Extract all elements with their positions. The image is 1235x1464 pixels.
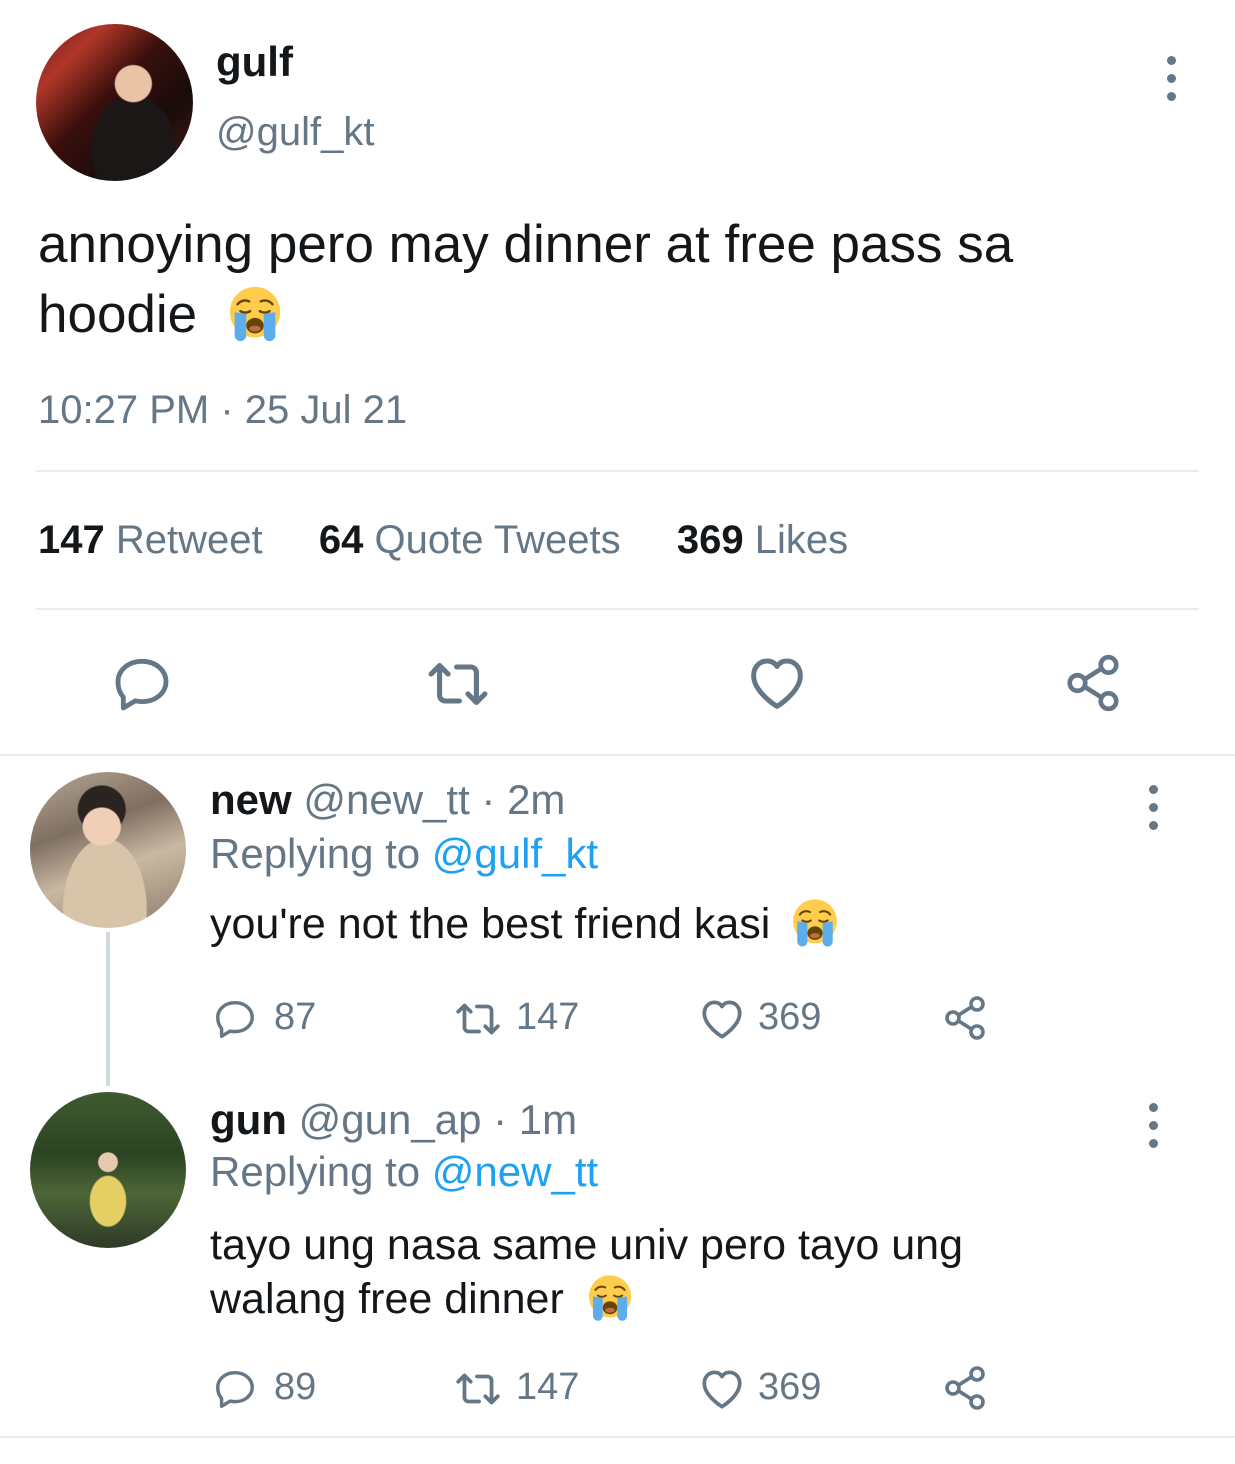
- heart-icon[interactable]: [744, 650, 810, 716]
- loudly-crying-face-emoji-icon: [788, 896, 842, 950]
- reply-header: new @new_tt · 2m: [210, 776, 565, 824]
- retweet-icon[interactable]: [424, 650, 492, 718]
- replying-to-link[interactable]: @gulf_kt: [432, 830, 598, 877]
- quotes-stat[interactable]: 64 Quote Tweets: [319, 518, 621, 562]
- tweet-timestamp[interactable]: 10:27 PM · 25 Jul 21: [38, 388, 407, 433]
- tweet-menu-icon[interactable]: [1164, 56, 1178, 101]
- replying-to-link[interactable]: @new_tt: [432, 1148, 598, 1195]
- thread-line: [106, 932, 110, 1086]
- tweet-stats: 147 Retweet 64 Quote Tweets 369 Likes: [38, 518, 848, 563]
- loudly-crying-face-emoji-icon: [584, 1272, 636, 1324]
- likes-stat[interactable]: 369 Likes: [677, 518, 848, 562]
- share-icon[interactable]: [1062, 652, 1124, 714]
- divider: [36, 470, 1199, 472]
- like-count: 369: [758, 1366, 822, 1408]
- share-icon[interactable]: [940, 1364, 990, 1412]
- retweet-count: 147: [516, 1366, 580, 1408]
- reply-avatar[interactable]: [30, 1092, 186, 1248]
- heart-icon[interactable]: [696, 994, 748, 1044]
- heart-icon[interactable]: [696, 1364, 748, 1414]
- loudly-crying-face-emoji-icon: [224, 283, 286, 345]
- reply-count: 87: [274, 996, 317, 1038]
- reply-time[interactable]: · 1m: [493, 1096, 577, 1143]
- replying-to: Replying to @gulf_kt: [210, 830, 599, 877]
- reply-avatar[interactable]: [30, 772, 186, 928]
- reply-text: tayo ung nasa same univ pero tayo ung wa…: [210, 1221, 964, 1324]
- retweet-count: 147: [516, 996, 580, 1038]
- replying-to: Replying to @new_tt: [210, 1148, 599, 1195]
- author-name[interactable]: gulf: [216, 38, 293, 86]
- divider: [36, 608, 1199, 610]
- reply-count: 89: [274, 1366, 317, 1408]
- author-avatar[interactable]: [36, 24, 193, 181]
- reply-icon[interactable]: [212, 1366, 258, 1412]
- reply-header: gun @gun_ap · 1m: [210, 1096, 577, 1144]
- tweet-text: annoying pero may dinner at free pass sa…: [38, 215, 1014, 345]
- reply-icon[interactable]: [110, 652, 174, 716]
- reply-menu-icon[interactable]: [1146, 785, 1160, 830]
- reply-time[interactable]: · 2m: [481, 776, 565, 823]
- reply-text: you're not the best friend kasi: [210, 900, 842, 950]
- like-count: 369: [758, 996, 822, 1038]
- retweets-stat[interactable]: 147 Retweet: [38, 518, 263, 562]
- reply-author-handle[interactable]: @new_tt: [303, 776, 469, 823]
- reply-menu-icon[interactable]: [1146, 1103, 1160, 1148]
- retweet-icon[interactable]: [452, 994, 504, 1044]
- share-icon[interactable]: [940, 994, 990, 1042]
- divider: [0, 754, 1235, 756]
- reply-author-name[interactable]: gun: [210, 1096, 287, 1143]
- divider: [0, 1436, 1235, 1438]
- reply-author-name[interactable]: new: [210, 776, 292, 823]
- reply-author-handle[interactable]: @gun_ap: [299, 1096, 482, 1143]
- author-handle[interactable]: @gulf_kt: [216, 110, 374, 155]
- retweet-icon[interactable]: [452, 1364, 504, 1414]
- reply-icon[interactable]: [212, 996, 258, 1042]
